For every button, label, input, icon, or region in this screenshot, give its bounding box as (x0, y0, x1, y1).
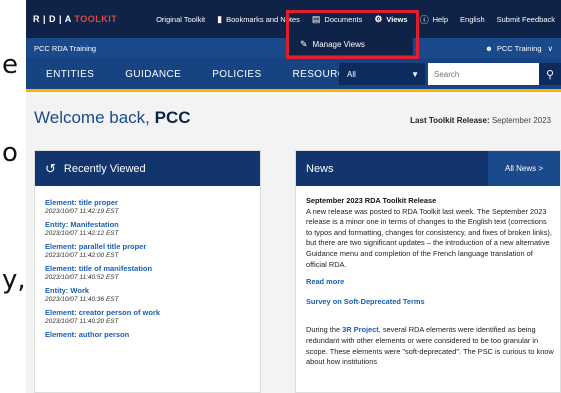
highlight-box (286, 10, 419, 59)
list-item: Entity: Work 2023/10/07 11:40:36 EST (45, 286, 260, 303)
recent-timestamp: 2023/10/07 11:42:19 EST (45, 208, 119, 215)
news-content: September 2023 RDA Toolkit Release A new… (296, 186, 560, 368)
slide-text-fragment: o (2, 138, 18, 168)
news-item-link[interactable]: Survey on Soft-Deprecated Terms (306, 297, 554, 308)
search-button[interactable]: ⚲ (539, 63, 561, 85)
rda-toolkit-window: R | D | A TOOLKIT Original Toolkit ▮ Boo… (26, 0, 561, 393)
news-item-body: A new release was posted to RDA Toolkit … (306, 206, 552, 269)
submit-feedback-link[interactable]: Submit Feedback (491, 15, 561, 24)
brand-logo[interactable]: R | D | A TOOLKIT (33, 14, 117, 24)
recent-timestamp: 2023/10/07 11:40:52 EST (45, 274, 119, 281)
3r-project-link[interactable]: 3R Project (342, 325, 379, 334)
recently-viewed-panel: ↺ Recently Viewed Element: title proper … (34, 150, 261, 393)
nav-item-entities[interactable]: ENTITIES (46, 69, 94, 80)
original-toolkit-link[interactable]: Original Toolkit (150, 15, 211, 24)
list-item: Element: creator person of work 2023/10/… (45, 308, 260, 325)
search-scope-select[interactable]: All ▼ (339, 63, 425, 85)
user-menu[interactable]: ☻ PCC Training ∨ (485, 44, 553, 53)
slide-text-fragment: y, (2, 265, 26, 295)
recent-link[interactable]: Entity: Manifestation (45, 220, 260, 229)
chevron-down-icon: ▼ (411, 69, 419, 79)
accent-divider (26, 89, 561, 92)
recent-link[interactable]: Entity: Work (45, 286, 260, 295)
language-link[interactable]: English (454, 15, 491, 24)
recent-link[interactable]: Element: parallel title proper (45, 242, 260, 251)
recent-link[interactable]: Element: title of manifestation (45, 264, 260, 273)
recently-viewed-list: Element: title proper 2023/10/07 11:42:1… (35, 186, 260, 339)
history-icon: ↺ (45, 160, 56, 176)
chevron-down-icon: ∨ (547, 43, 554, 53)
news-item-title: September 2023 RDA Toolkit Release (306, 196, 437, 205)
search-input[interactable] (428, 63, 539, 85)
bookmark-icon: ▮ (217, 13, 223, 24)
nav-item-guidance[interactable]: GUIDANCE (125, 69, 181, 80)
welcome-heading: Welcome back, PCC (34, 108, 191, 127)
read-more-link[interactable]: Read more (306, 277, 554, 288)
slide-text-fragment: e (2, 50, 18, 80)
recent-link[interactable]: Element: author person (45, 330, 260, 339)
recently-viewed-header: ↺ Recently Viewed (35, 151, 260, 186)
recent-timestamp: 2023/10/07 11:40:20 EST (45, 318, 119, 325)
recent-timestamp: 2023/10/07 11:42:12 EST (45, 230, 119, 237)
help-link[interactable]: ⓘ Help (414, 13, 454, 26)
page-title: PCC RDA Training (34, 43, 97, 53)
news-panel: News All News > September 2023 RDA Toolk… (295, 150, 561, 393)
recent-link[interactable]: Element: creator person of work (45, 308, 260, 317)
help-icon: ⓘ (419, 14, 429, 25)
last-release-info: Last Toolkit Release: September 2023 (410, 116, 551, 125)
list-item: Element: parallel title proper 2023/10/0… (45, 242, 260, 259)
nav-item-policies[interactable]: POLICIES (212, 69, 261, 80)
recent-link[interactable]: Element: title proper (45, 198, 260, 207)
list-item: Element: author person (45, 330, 260, 339)
list-item: Element: title of manifestation 2023/10/… (45, 264, 260, 281)
user-icon: ☻ (484, 43, 493, 53)
list-item: Entity: Manifestation 2023/10/07 11:42:1… (45, 220, 260, 237)
screenshot: e o y, R | D | A TOOLKIT Original Toolki… (0, 0, 561, 393)
list-item: Element: title proper 2023/10/07 11:42:1… (45, 198, 260, 215)
news-header: News All News > (296, 151, 560, 186)
news-item-body: During the 3R Project, several RDA eleme… (306, 325, 554, 367)
search-icon: ⚲ (545, 68, 555, 81)
all-news-link[interactable]: All News > (488, 151, 560, 186)
recent-timestamp: 2023/10/07 11:42:00 EST (45, 252, 119, 259)
recent-timestamp: 2023/10/07 11:40:36 EST (45, 296, 119, 303)
